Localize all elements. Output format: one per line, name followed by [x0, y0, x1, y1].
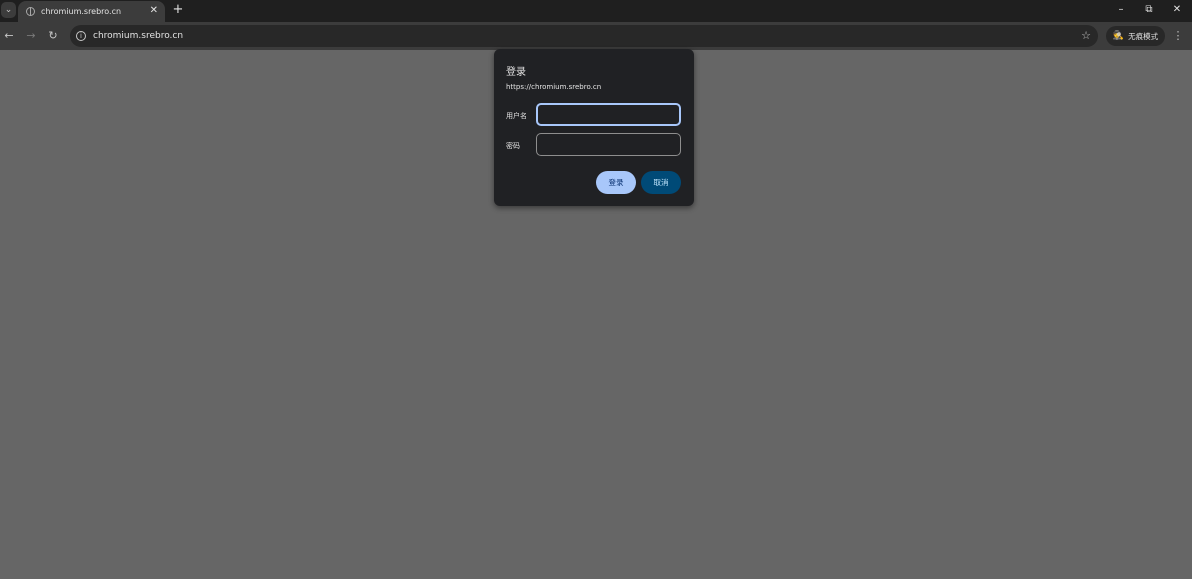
- browser-menu-icon[interactable]: ⋮: [1172, 29, 1184, 43]
- incognito-icon: 🕵: [1112, 31, 1125, 41]
- title-bar: ⌄ chromium.srebro.cn ✕ + – ⧉ ✕: [0, 0, 1192, 22]
- tab-title: chromium.srebro.cn: [41, 7, 122, 16]
- site-info-icon[interactable]: i: [76, 31, 86, 41]
- address-bar[interactable]: i chromium.srebro.cn ☆: [70, 25, 1098, 47]
- tab-active[interactable]: chromium.srebro.cn ✕: [18, 1, 165, 22]
- password-label: 密码: [506, 142, 520, 150]
- url-text[interactable]: chromium.srebro.cn: [93, 31, 183, 41]
- bookmark-star-icon[interactable]: ☆: [1081, 29, 1091, 43]
- incognito-label: 无痕模式: [1128, 31, 1159, 41]
- dialog-title: 登录: [506, 67, 526, 78]
- close-window-button[interactable]: ✕: [1169, 3, 1185, 17]
- globe-icon: [26, 7, 35, 16]
- cancel-button[interactable]: 取消: [641, 171, 681, 194]
- username-label: 用户名: [506, 112, 527, 120]
- reload-button[interactable]: ↻: [46, 29, 60, 43]
- browser-toolbar: ← → ↻ i chromium.srebro.cn ☆ 🕵 无痕模式 ⋮: [0, 22, 1192, 50]
- dialog-origin: https://chromium.srebro.cn: [506, 83, 602, 91]
- minimize-button[interactable]: –: [1113, 3, 1129, 17]
- restore-button[interactable]: ⧉: [1141, 3, 1157, 17]
- login-button[interactable]: 登录: [596, 171, 636, 194]
- incognito-badge[interactable]: 🕵 无痕模式: [1106, 26, 1165, 46]
- back-button[interactable]: ←: [2, 29, 16, 43]
- forward-button[interactable]: →: [24, 29, 38, 43]
- tab-search-button[interactable]: ⌄: [1, 2, 16, 18]
- close-tab-icon[interactable]: ✕: [150, 5, 158, 17]
- password-input[interactable]: [536, 133, 681, 156]
- username-input[interactable]: [536, 103, 681, 126]
- login-dialog: 登录 https://chromium.srebro.cn 用户名 密码 登录 …: [494, 49, 694, 206]
- chevron-down-icon: ⌄: [4, 5, 13, 15]
- new-tab-button[interactable]: +: [171, 2, 185, 18]
